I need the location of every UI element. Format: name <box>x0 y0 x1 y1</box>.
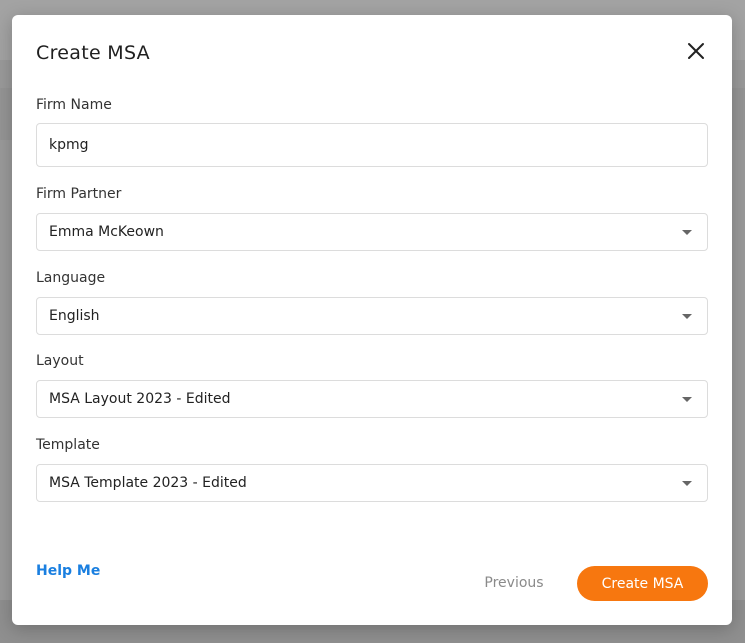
template-select[interactable]: MSA Template 2023 - Edited <box>36 464 708 502</box>
language-select[interactable]: English <box>36 297 708 335</box>
firm-name-input[interactable]: kpmg <box>36 123 708 167</box>
chevron-down-icon <box>682 396 692 402</box>
firm-partner-select[interactable]: Emma McKeown <box>36 213 708 251</box>
chevron-down-icon <box>682 313 692 319</box>
language-value: English <box>49 308 100 324</box>
layout-select[interactable]: MSA Layout 2023 - Edited <box>36 380 708 418</box>
language-label: Language <box>36 270 106 286</box>
template-value: MSA Template 2023 - Edited <box>49 475 247 491</box>
firm-name-value: kpmg <box>49 137 89 153</box>
firm-partner-label: Firm Partner <box>36 186 122 202</box>
layout-value: MSA Layout 2023 - Edited <box>49 391 231 407</box>
help-me-link[interactable]: Help Me <box>36 563 100 579</box>
firm-name-label: Firm Name <box>36 97 112 113</box>
create-msa-dialog: Create MSA Firm Name kpmg Firm Partner E… <box>12 15 732 625</box>
firm-partner-value: Emma McKeown <box>49 224 164 240</box>
layout-label: Layout <box>36 353 84 369</box>
template-label: Template <box>36 437 100 453</box>
dialog-title: Create MSA <box>36 42 150 64</box>
close-icon <box>688 43 704 59</box>
create-msa-button[interactable]: Create MSA <box>577 566 708 601</box>
previous-button[interactable]: Previous <box>468 566 560 600</box>
close-button[interactable] <box>686 41 706 61</box>
chevron-down-icon <box>682 229 692 235</box>
chevron-down-icon <box>682 480 692 486</box>
